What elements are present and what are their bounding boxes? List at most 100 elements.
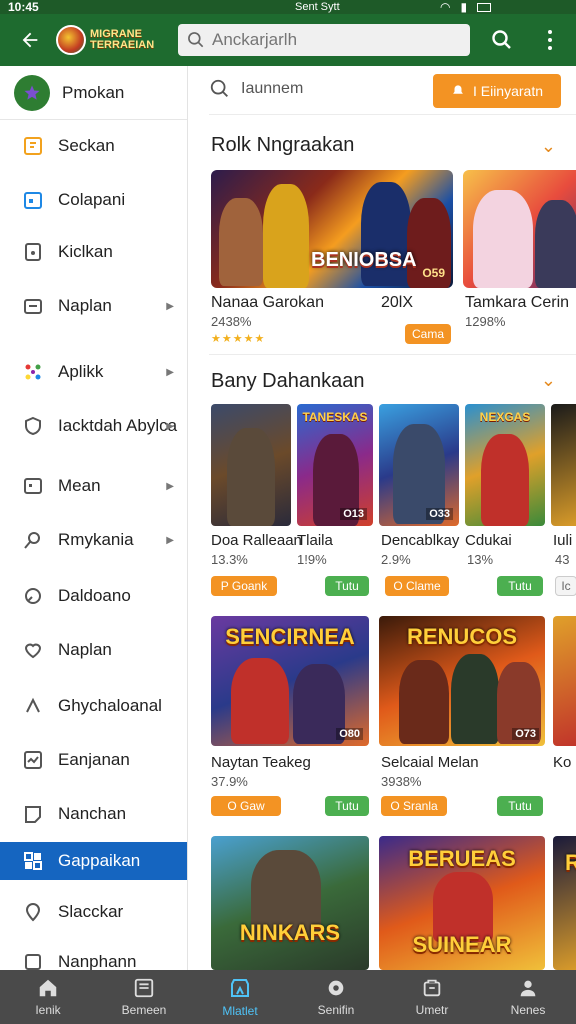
game-tile[interactable] [551,404,576,526]
search-input[interactable] [212,30,452,50]
nav-label: Umetr [415,1003,449,1017]
search-icon [492,30,511,49]
nav-label: Senifin [317,1003,355,1017]
tile-button[interactable]: Tutu [325,576,369,596]
game-tile[interactable]: O33 [379,404,459,526]
chevron-down-icon[interactable]: ⌄ [541,136,556,157]
market-icon [231,979,249,997]
more-options-button[interactable] [536,24,564,56]
featured-banner[interactable]: BENIOBSA O59 [211,170,453,288]
cta-label: I Eiinyaratn [472,83,544,99]
nav-bemeen[interactable]: Bemeen [96,970,192,1024]
tile-sub: 13.3% [211,552,248,567]
heart-icon [22,639,44,661]
sidebar-item-seckan[interactable]: Seckan [0,120,187,172]
sidebar-item-rmykania[interactable]: Rmykania ▶ [0,514,187,566]
sidebar-header[interactable]: Pmokan [0,66,187,120]
nav-settings[interactable]: Senifin [288,970,384,1024]
signal-icon: ▮ [460,0,468,14]
nav-label: Mlatlet [222,1004,258,1018]
sidebar-item-slacckar[interactable]: Slacckar [0,886,187,938]
logo-badge-icon [56,25,86,55]
sidebar-item-label: Seckan [58,136,115,155]
shield-icon [22,415,44,437]
nav-store[interactable]: Umetr [384,970,480,1024]
calendar-icon [22,189,44,211]
tile-button[interactable]: Tutu [497,576,543,596]
sidebar-item-colapani[interactable]: Colapani [0,174,187,226]
game-tile[interactable]: R [553,836,576,970]
tag-icon [22,803,44,825]
tile-name: Dencablkay [381,532,460,549]
game-tile[interactable]: BERUEAS SUINEAR [379,836,545,970]
sidebar-item-iacktdah[interactable]: Iacktdah Abylca ▶ [0,400,187,452]
featured-get-button[interactable]: Cama [405,324,451,344]
character-figure [473,190,533,288]
sidebar-item-nanchan[interactable]: Nanchan [0,788,187,840]
game-tile[interactable]: NEXGAS [465,404,545,526]
bell-icon [453,85,463,94]
search-icon [210,79,228,97]
sidebar-item-label: Eanjanan [58,750,130,769]
star-logo-icon [24,85,40,100]
nav-market[interactable]: Mlatlet [192,970,288,1024]
battery-icon [477,2,492,12]
search-button[interactable] [486,24,518,56]
sidebar-item-ghychaloanal[interactable]: Ghychaloanal [0,680,187,732]
sidebar-item-eanjanan[interactable]: Eanjanan [0,734,187,786]
sidebar-item-aplikk[interactable]: Aplikk ▶ [0,346,187,398]
game-tile[interactable]: TANESKAS O13 [297,404,373,526]
nav-home[interactable]: Ienik [0,970,96,1024]
tile-title: SUINEAR [412,932,512,957]
chevron-right-icon: ▶ [166,366,174,378]
sidebar-item-kiclkan[interactable]: Kiclkan [0,226,187,278]
sidebar-item-gappaikan[interactable]: Gappaikan [0,842,187,880]
grid-icon [22,850,44,872]
tile-button[interactable]: P Goank [211,576,277,596]
sidebar-item-label: Naplan [58,640,112,659]
tile-button[interactable]: O Sranla [381,796,447,816]
game-tile[interactable]: RENUCOS O73 [379,616,545,746]
back-button[interactable] [10,14,50,66]
wifi-icon: ◠ [440,0,451,14]
sidebar-item-nanphann[interactable]: Nanphann [0,936,187,970]
content-search[interactable]: Iaunnem [209,78,303,100]
character-figure [231,658,289,744]
sidebar-item-naplan[interactable]: Naplan ▶ [0,280,187,332]
tile-sub: 2.9% [381,552,411,567]
tile-button[interactable]: Ic [555,576,576,596]
tile-button[interactable]: Tutu [325,796,369,816]
banner-corner: O59 [422,266,445,280]
search-icon [188,32,204,48]
sidebar-item-daldoano[interactable]: Daldoano [0,570,187,622]
sidebar-item-label: Kiclkan [58,242,113,261]
tile-title: R [565,850,576,875]
tile-name: Cdukai [465,532,512,549]
box-icon [22,951,44,970]
game-tile[interactable]: SENCIRNEA O80 [211,616,369,746]
home-icon [39,979,57,997]
featured-banner-2[interactable] [463,170,576,288]
card-icon [22,475,44,497]
game-tile[interactable] [553,616,576,746]
featured-sub-2: 1298% [465,314,506,329]
sidebar-item-mean[interactable]: Mean ▶ [0,460,187,512]
nav-profile[interactable]: Nenes [480,970,576,1024]
tile-button[interactable]: O Gaw [211,796,281,816]
banner-title: BENIOBSA [311,249,417,271]
tile-button[interactable]: Tutu [497,796,543,816]
sidebar-item-label: Gappaikan [58,851,141,870]
tile-button[interactable]: O Clame [385,576,449,596]
game-tile[interactable] [211,404,291,526]
chevron-down-icon[interactable]: ⌄ [541,370,556,391]
sidebar-item-naplan-2[interactable]: Naplan [0,624,187,676]
tile-corner: O73 [512,728,539,740]
tile-title: RENUCOS [406,624,517,649]
character-figure [451,654,499,744]
tile-name: Naytan Teakeg [211,754,311,771]
sidebar-item-label: Nanchan [58,804,127,823]
tile-title: NINKARS [239,920,341,945]
game-tile[interactable]: NINKARS [211,836,369,970]
cta-button[interactable]: I Eiinyaratn [433,74,561,108]
top-search-box[interactable] [178,24,470,56]
